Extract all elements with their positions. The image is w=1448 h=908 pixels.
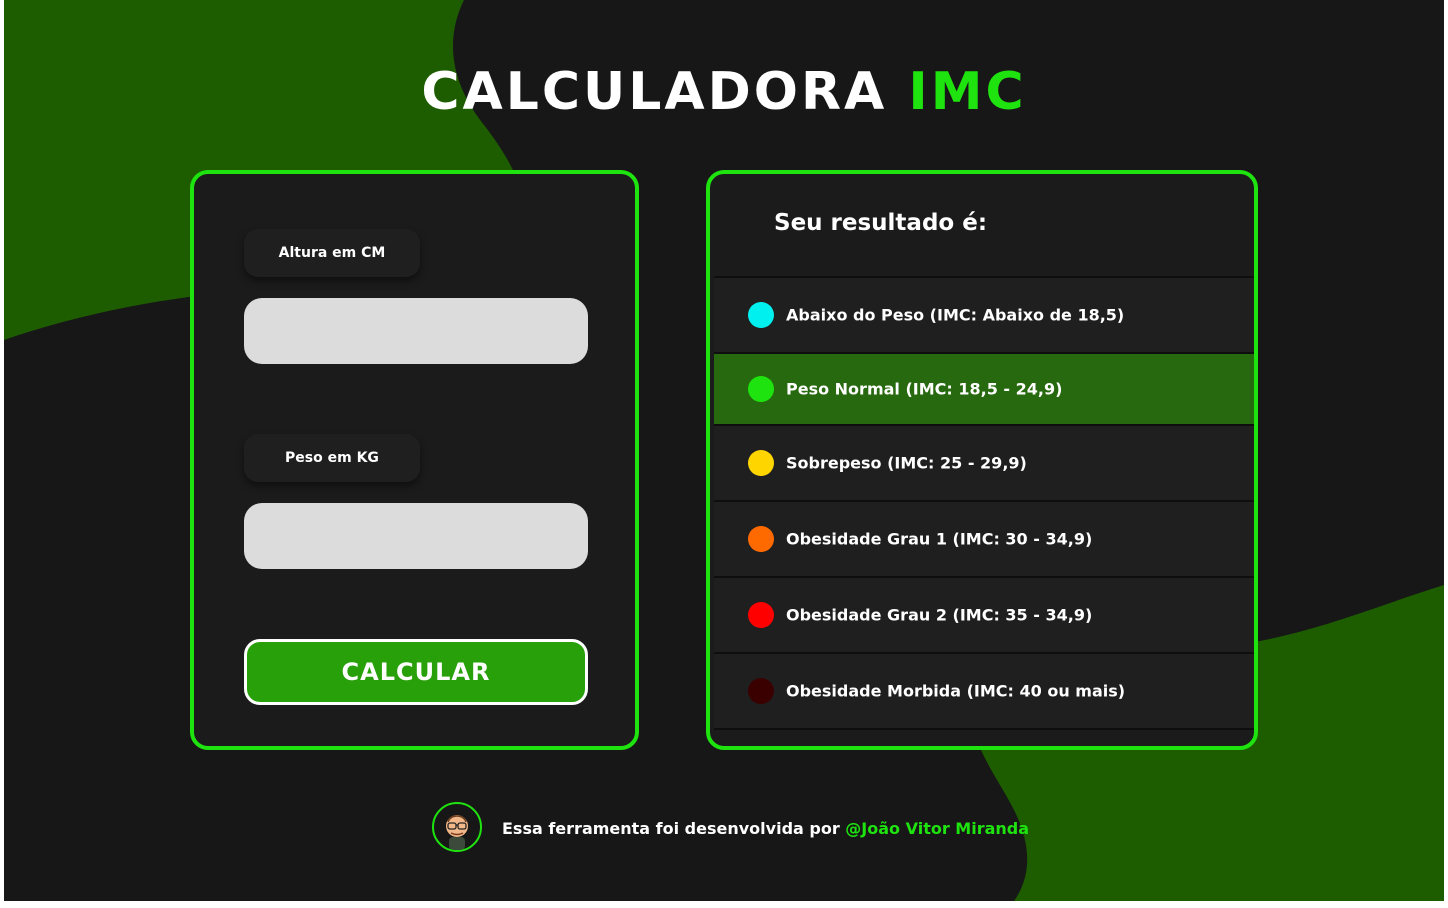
- avatar: [432, 802, 482, 852]
- status-dot-icon: [748, 450, 774, 476]
- memoji-avatar-icon: [446, 815, 468, 850]
- author-link[interactable]: @João Vitor Miranda: [845, 819, 1029, 838]
- calculate-button[interactable]: CALCULAR: [244, 639, 588, 705]
- result-row-label: Obesidade Grau 2 (IMC: 35 - 34,9): [786, 605, 1093, 625]
- footer-credit: Essa ferramenta foi desenvolvida por @Jo…: [502, 819, 1029, 838]
- result-row-label: Peso Normal (IMC: 18,5 - 24,9): [786, 379, 1063, 399]
- status-dot-icon: [748, 526, 774, 552]
- status-dot-icon: [748, 302, 774, 328]
- page-background: CALCULADORA IMC Altura em CM Peso em KG …: [4, 0, 1444, 901]
- weight-input[interactable]: [244, 503, 588, 569]
- result-title: Seu resultado é:: [774, 210, 988, 236]
- title-main: CALCULADORA: [421, 62, 888, 122]
- result-row-obesity-1: Obesidade Grau 1 (IMC: 30 - 34,9): [714, 500, 1254, 576]
- page-title: CALCULADORA IMC: [4, 58, 1444, 126]
- height-label: Altura em CM: [244, 229, 420, 277]
- result-row-underweight: Abaixo do Peso (IMC: Abaixo de 18,5): [714, 276, 1254, 352]
- status-dot-icon: [748, 376, 774, 402]
- status-dot-icon: [748, 602, 774, 628]
- result-row-label: Obesidade Grau 1 (IMC: 30 - 34,9): [786, 529, 1093, 549]
- calculator-form-card: Altura em CM Peso em KG CALCULAR: [190, 170, 639, 750]
- footer-text: Essa ferramenta foi desenvolvida por: [502, 819, 840, 838]
- title-accent: IMC: [908, 62, 1027, 122]
- result-row-normal: Peso Normal (IMC: 18,5 - 24,9): [714, 352, 1254, 424]
- result-row-label: Abaixo do Peso (IMC: Abaixo de 18,5): [786, 305, 1125, 325]
- weight-label: Peso em KG: [244, 434, 420, 482]
- result-row-morbid: Obesidade Morbida (IMC: 40 ou mais): [714, 652, 1254, 730]
- result-row-overweight: Sobrepeso (IMC: 25 - 29,9): [714, 424, 1254, 500]
- status-dot-icon: [748, 678, 774, 704]
- result-row-label: Obesidade Morbida (IMC: 40 ou mais): [786, 681, 1126, 701]
- height-input[interactable]: [244, 298, 588, 364]
- result-card: Seu resultado é: Abaixo do Peso (IMC: Ab…: [706, 170, 1258, 750]
- result-row-obesity-2: Obesidade Grau 2 (IMC: 35 - 34,9): [714, 576, 1254, 652]
- result-row-label: Sobrepeso (IMC: 25 - 29,9): [786, 453, 1027, 473]
